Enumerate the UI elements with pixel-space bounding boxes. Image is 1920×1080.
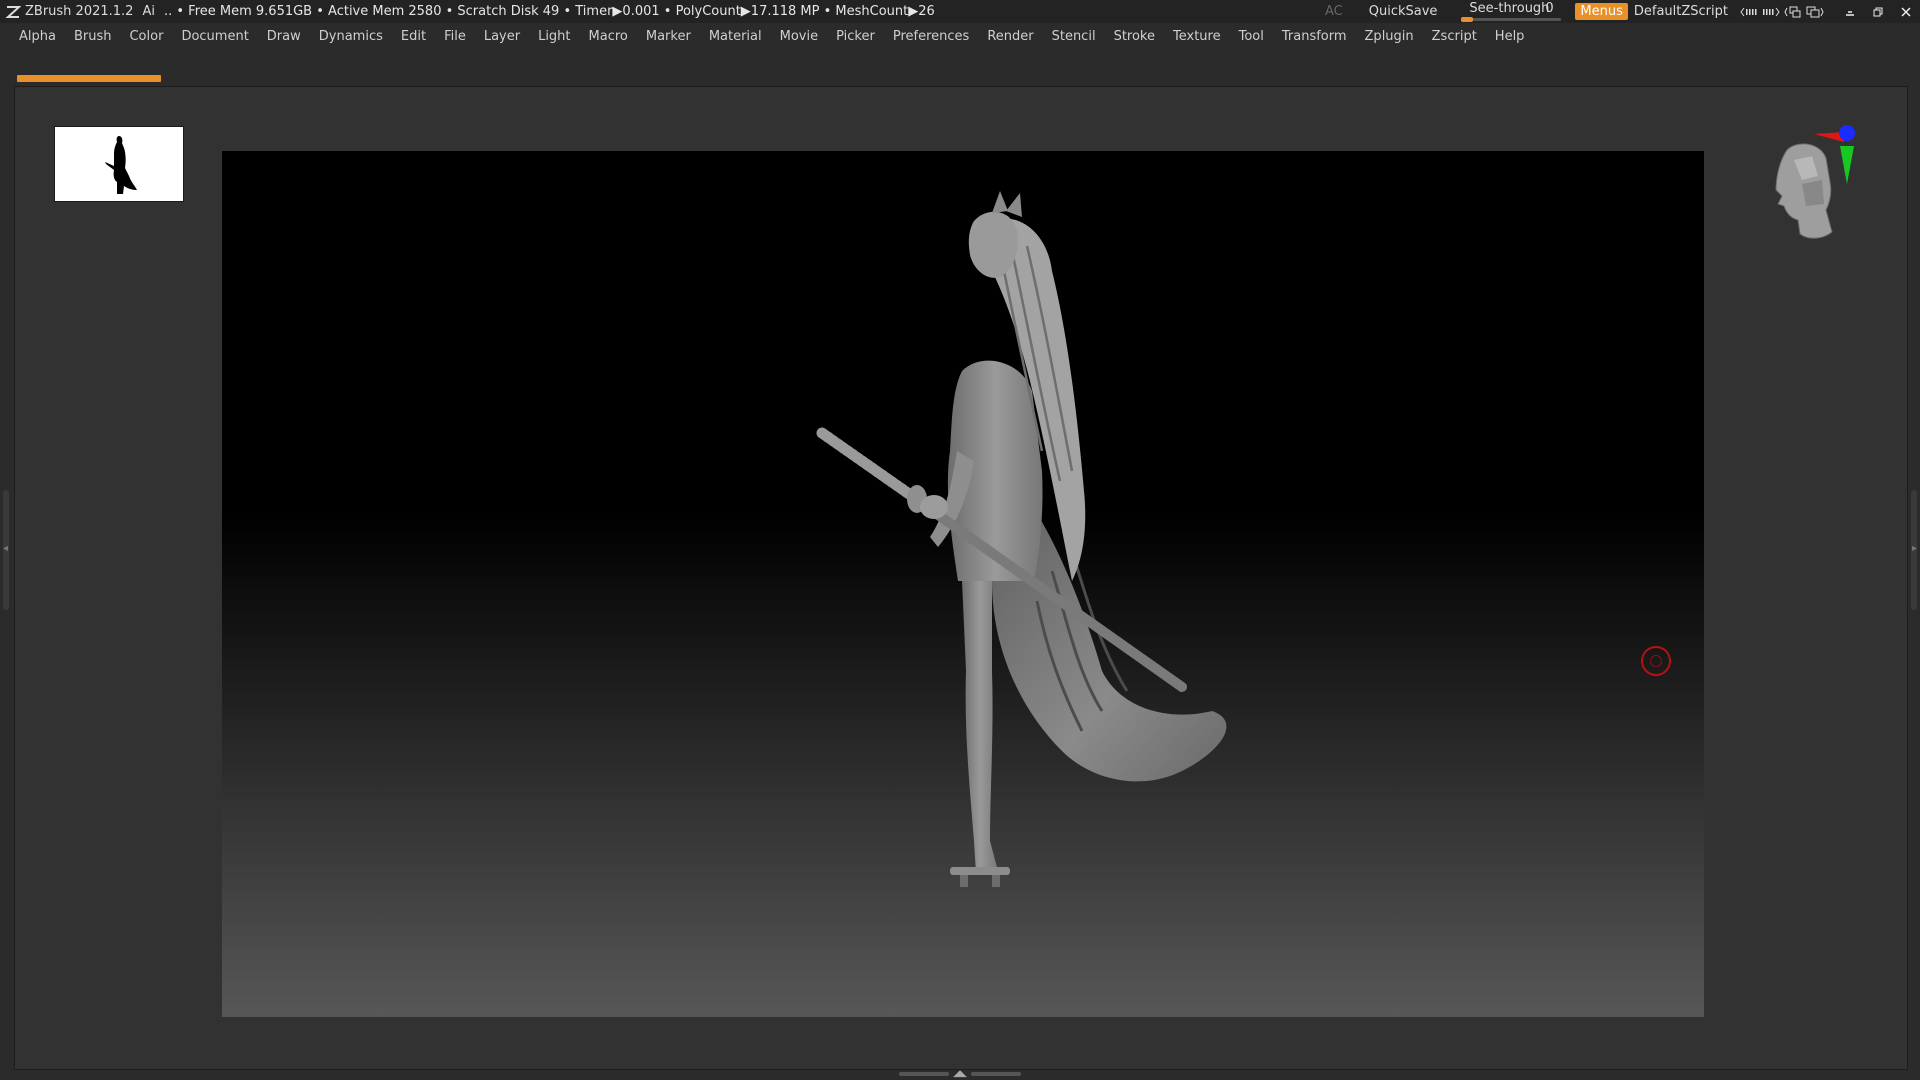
see-through-track bbox=[1461, 18, 1562, 21]
restore-window-icon[interactable] bbox=[1864, 0, 1892, 23]
menu-tool[interactable]: Tool bbox=[1230, 24, 1273, 50]
see-through-slider[interactable]: See-through 0 bbox=[1461, 0, 1562, 23]
menu-brush[interactable]: Brush bbox=[65, 24, 121, 50]
brush-cursor-icon bbox=[1641, 646, 1671, 676]
menu-document[interactable]: Document bbox=[172, 24, 257, 50]
expand-tray-arrow-icon[interactable]: ◢◣ bbox=[953, 1070, 967, 1079]
menu-preferences[interactable]: Preferences bbox=[884, 24, 978, 50]
zbrush-logo-icon bbox=[4, 3, 22, 21]
menu-draw[interactable]: Draw bbox=[258, 24, 310, 50]
menu-stroke[interactable]: Stroke bbox=[1105, 24, 1164, 50]
menu-zplugin[interactable]: Zplugin bbox=[1356, 24, 1423, 50]
menu-file[interactable]: File bbox=[435, 24, 475, 50]
shrink-ui-right-icon[interactable] bbox=[1760, 0, 1782, 23]
viewport-canvas[interactable] bbox=[222, 151, 1704, 1017]
menu-help[interactable]: Help bbox=[1486, 24, 1534, 50]
bottom-handle-bar-left bbox=[899, 1072, 950, 1076]
app-title: ZBrush 2021.1.2 bbox=[25, 4, 134, 19]
menu-render[interactable]: Render bbox=[978, 24, 1042, 50]
menu-layer[interactable]: Layer bbox=[475, 24, 529, 50]
see-through-label: See-through bbox=[1469, 1, 1550, 16]
silhouette-figure-icon bbox=[105, 136, 137, 194]
quicksave-button[interactable]: QuickSave bbox=[1369, 4, 1438, 19]
menu-dynamics[interactable]: Dynamics bbox=[310, 24, 392, 50]
see-through-knob[interactable] bbox=[1461, 17, 1474, 22]
menu-picker[interactable]: Picker bbox=[827, 24, 884, 50]
ai-label[interactable]: Ai bbox=[142, 4, 155, 19]
menu-macro[interactable]: Macro bbox=[580, 24, 637, 50]
bottom-tray-handle[interactable]: ◢◣ bbox=[895, 1070, 1025, 1079]
default-zscript-button[interactable]: DefaultZScript bbox=[1634, 4, 1728, 19]
left-tray-arrow-icon[interactable]: ◂ bbox=[3, 543, 8, 554]
layout-restore-icon[interactable] bbox=[1804, 0, 1826, 23]
menu-edit[interactable]: Edit bbox=[392, 24, 435, 50]
menu-color[interactable]: Color bbox=[120, 24, 172, 50]
titlebar-right-controls: AC QuickSave See-through 0 Menus Default… bbox=[1325, 0, 1920, 23]
brush-cursor-inner bbox=[1650, 655, 1662, 667]
sculpt-model bbox=[816, 191, 1227, 887]
right-tray-arrow-icon[interactable]: ▸ bbox=[1912, 543, 1917, 554]
menu-movie[interactable]: Movie bbox=[771, 24, 827, 50]
menu-zscript[interactable]: Zscript bbox=[1423, 24, 1486, 50]
navigation-head-gizmo-icon[interactable] bbox=[1752, 120, 1862, 255]
close-window-icon[interactable] bbox=[1892, 0, 1920, 23]
title-bar: ZBrush 2021.1.2 Ai .. • Free Mem 9.651GB… bbox=[0, 0, 1920, 23]
ac-label[interactable]: AC bbox=[1325, 4, 1343, 19]
memory-stats: .. • Free Mem 9.651GB • Active Mem 2580 … bbox=[163, 4, 935, 19]
menus-button[interactable]: Menus bbox=[1575, 3, 1628, 20]
menu-light[interactable]: Light bbox=[529, 24, 579, 50]
menu-marker[interactable]: Marker bbox=[637, 24, 700, 50]
menu-texture[interactable]: Texture bbox=[1164, 24, 1230, 50]
minimize-icon[interactable] bbox=[1836, 0, 1864, 23]
silhouette-thumbnail[interactable] bbox=[54, 126, 184, 202]
menu-material[interactable]: Material bbox=[700, 24, 771, 50]
bottom-handle-bar-right bbox=[970, 1072, 1021, 1076]
shrink-ui-left-icon[interactable] bbox=[1738, 0, 1760, 23]
main-menu-bar: Alpha Brush Color Document Draw Dynamics… bbox=[0, 24, 1920, 50]
menu-stencil[interactable]: Stencil bbox=[1043, 24, 1105, 50]
layout-swap-icon[interactable] bbox=[1782, 0, 1804, 23]
menu-alpha[interactable]: Alpha bbox=[0, 24, 65, 50]
top-tray-handle[interactable] bbox=[17, 75, 161, 82]
see-through-value: 0 bbox=[1545, 1, 1554, 16]
menu-transform[interactable]: Transform bbox=[1273, 24, 1356, 50]
